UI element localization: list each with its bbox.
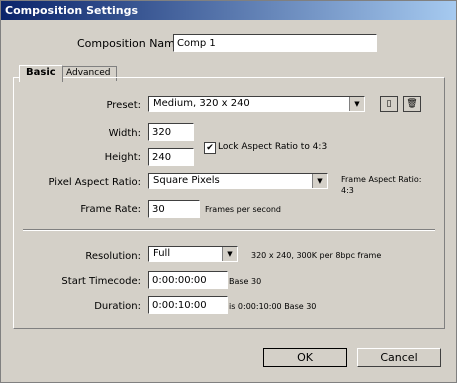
start-timecode-input[interactable]	[148, 271, 228, 289]
composition-name-input[interactable]	[173, 34, 377, 52]
title-bar: Composition Settings	[1, 1, 456, 20]
lock-aspect-label: Lock Aspect Ratio to 4:3	[218, 142, 328, 152]
frame-aspect-value: 4:3	[341, 186, 354, 195]
checkmark-icon: ✔	[206, 143, 214, 153]
duration-label: Duration:	[94, 301, 141, 312]
cancel-button[interactable]: Cancel	[357, 348, 441, 367]
chevron-down-icon: ▼	[312, 174, 327, 188]
frame-aspect-label: Frame Aspect Ratio:	[341, 175, 422, 184]
duration-input[interactable]	[148, 296, 228, 314]
width-label: Width:	[108, 128, 141, 139]
tab-basic[interactable]: Basic	[19, 65, 63, 82]
width-input[interactable]	[148, 123, 194, 141]
composition-name-label: Composition Name:	[77, 37, 186, 50]
preset-dropdown[interactable]: Medium, 320 x 240 ▼	[148, 96, 365, 112]
pixel-aspect-dropdown[interactable]: Square Pixels ▼	[148, 173, 328, 189]
start-timecode-base: Base 30	[229, 277, 262, 286]
divider	[23, 229, 435, 231]
resolution-info: 320 x 240, 300K per 8bpc frame	[251, 251, 382, 260]
start-timecode-label: Start Timecode:	[61, 276, 141, 287]
resolution-dropdown[interactable]: Full ▼	[148, 246, 238, 262]
frame-rate-label: Frame Rate:	[80, 204, 141, 215]
height-label: Height:	[104, 152, 141, 163]
lock-aspect-checkbox[interactable]: ✔	[204, 142, 216, 154]
delete-preset-button[interactable]: 🗑	[403, 96, 421, 112]
document-icon: ▯	[386, 99, 392, 109]
composition-settings-dialog: Composition Settings Composition Name: B…	[0, 0, 457, 383]
chevron-down-icon: ▼	[222, 247, 237, 261]
trash-icon: 🗑	[406, 99, 418, 109]
window-title: Composition Settings	[5, 4, 139, 17]
pixel-aspect-label: Pixel Aspect Ratio:	[48, 177, 142, 188]
ok-button[interactable]: OK	[263, 348, 347, 367]
preset-label: Preset:	[106, 100, 141, 111]
chevron-down-icon: ▼	[349, 97, 364, 111]
frame-rate-input[interactable]	[148, 200, 200, 218]
basic-tab-panel	[13, 77, 445, 329]
height-input[interactable]	[148, 148, 194, 166]
duration-info: is 0:00:10:00 Base 30	[229, 302, 317, 311]
frame-rate-unit: Frames per second	[205, 205, 281, 214]
save-preset-button[interactable]: ▯	[380, 96, 398, 112]
resolution-label: Resolution:	[85, 251, 141, 262]
